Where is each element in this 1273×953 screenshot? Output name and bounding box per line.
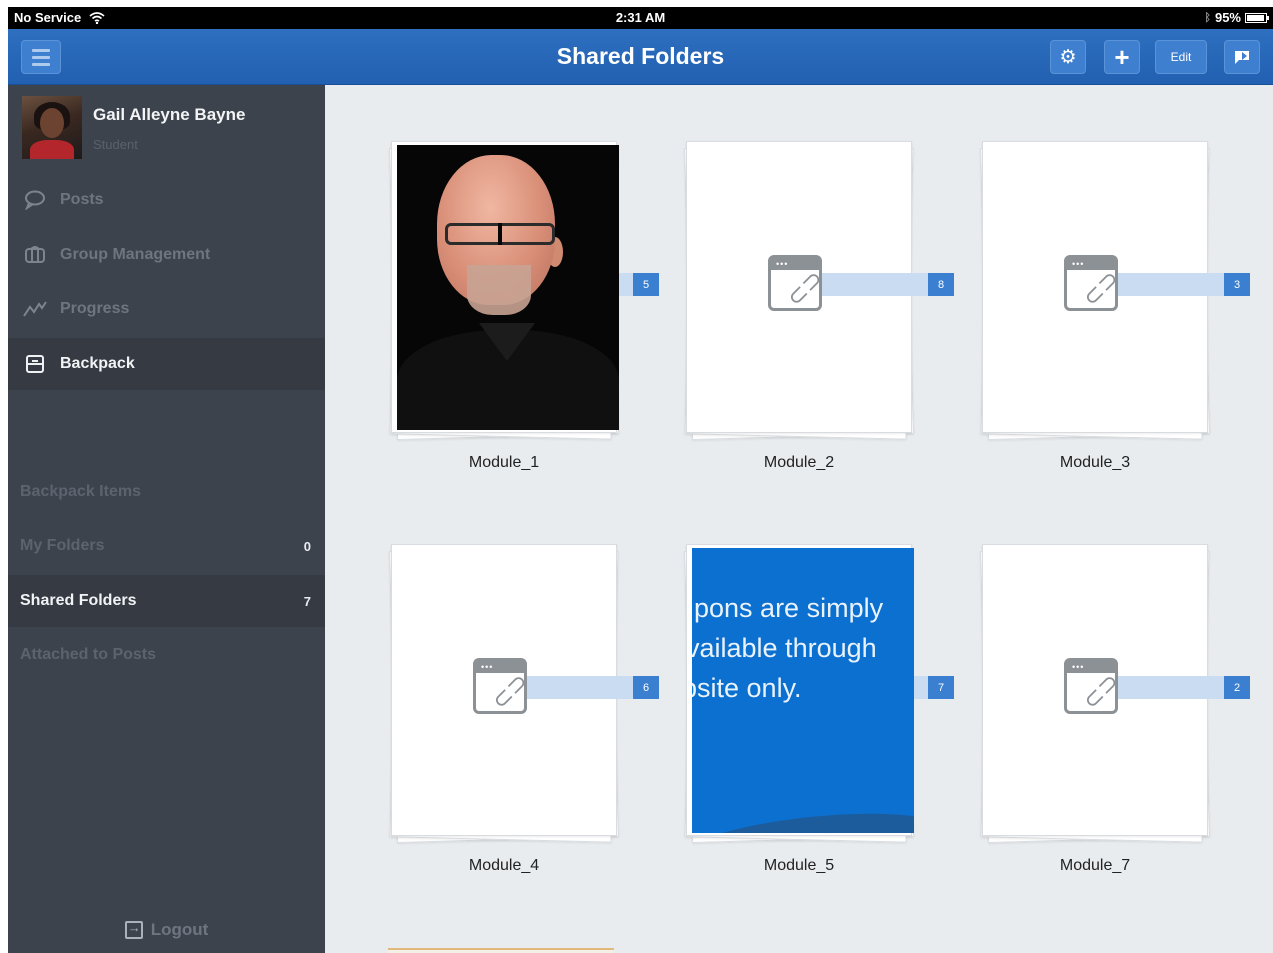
folder-name: Module_1	[468, 454, 540, 471]
folder-module-4[interactable]: 6 ••• ⊂⊃ Module_4	[379, 540, 659, 890]
logout-icon	[124, 920, 143, 939]
speech-bubble-icon	[22, 190, 48, 210]
plus-icon: +	[1114, 42, 1130, 72]
link-icon: ••• ⊂⊃	[1064, 255, 1125, 312]
folder-count-badge: 6	[633, 676, 659, 699]
link-icon: ••• ⊂⊃	[1064, 658, 1125, 715]
status-bar: No Service 2:31 AM ᛒ 95%	[8, 7, 1273, 29]
folder-module-2[interactable]: 8 ••• ⊂⊃ Module_2	[674, 137, 954, 487]
sidebar-item-label: Backpack	[60, 355, 135, 372]
chart-line-icon	[22, 300, 48, 318]
folder-name: Module_5	[763, 857, 835, 874]
folder-name: Module_4	[468, 857, 540, 874]
folder-grid: 5 Module_1 8 ••• ⊂⊃ Module_2 3 ••• ⊂⊃ Mo…	[325, 85, 1273, 953]
app-frame: No Service 2:31 AM ᛒ 95% Shared Folders …	[8, 7, 1273, 953]
folder-count-badge: 7	[928, 676, 954, 699]
share-button[interactable]	[1224, 40, 1260, 74]
folder-count-badge: 5	[633, 273, 659, 296]
avatar	[22, 96, 82, 159]
add-button[interactable]: +	[1104, 40, 1140, 74]
folder-name: Module_2	[763, 454, 835, 471]
share-icon	[1235, 51, 1249, 64]
folder-name: Module_3	[1059, 454, 1131, 471]
link-icon: ••• ⊂⊃	[768, 255, 829, 312]
clock: 2:31 AM	[615, 10, 666, 25]
sidebar-item-my-folders[interactable]: My Folders 0	[8, 520, 325, 572]
folder-count-badge: 8	[928, 273, 954, 296]
battery-percent: 95%	[1214, 10, 1241, 25]
sidebar-item-shared-folders[interactable]: Shared Folders 7	[8, 575, 325, 627]
sidebar-item-progress[interactable]: Progress	[8, 283, 325, 335]
next-folder-partial[interactable]	[388, 948, 614, 953]
sidebar-item-group-management[interactable]: Group Management	[8, 229, 325, 281]
logout-label: Logout	[150, 920, 209, 939]
battery-icon	[1245, 12, 1269, 23]
backpack-icon	[22, 354, 48, 374]
cover-text-line: pons are simply	[694, 593, 884, 623]
folder-module-1[interactable]: 5 Module_1	[379, 137, 659, 487]
user-profile[interactable]: Gail Alleyne Bayne Student	[8, 85, 325, 170]
folder-count-badge: 2	[1224, 676, 1250, 699]
navigation-bar: Shared Folders ⚙ + Edit	[8, 29, 1273, 85]
sidebar-item-label: My Folders	[20, 537, 105, 554]
sidebar-item-label: Group Management	[60, 246, 211, 263]
edit-button[interactable]: Edit	[1155, 40, 1207, 74]
group-icon	[22, 245, 48, 265]
section-title: Backpack Items	[20, 483, 141, 500]
gear-icon: ⚙	[1059, 46, 1077, 68]
folder-cover-text: pons are simply vailable through bsite o…	[692, 548, 914, 833]
link-icon: ••• ⊂⊃	[473, 658, 534, 715]
folder-cover-photo	[397, 145, 619, 430]
cover-text-line: vailable through	[692, 633, 877, 663]
bluetooth-icon: ᛒ	[1204, 11, 1211, 24]
logout-button[interactable]: Logout	[8, 920, 325, 940]
sidebar-item-label: Posts	[60, 191, 104, 208]
sidebar-item-posts[interactable]: Posts	[8, 174, 325, 226]
folder-count-badge: 3	[1224, 273, 1250, 296]
user-name: Gail Alleyne Bayne	[93, 105, 246, 124]
settings-button[interactable]: ⚙	[1050, 40, 1086, 74]
item-count: 7	[303, 593, 311, 609]
sidebar-item-label: Attached to Posts	[20, 646, 157, 663]
sidebar: Gail Alleyne Bayne Student Posts Group M…	[8, 85, 325, 953]
item-count: 0	[303, 538, 311, 554]
sidebar-item-backpack[interactable]: Backpack	[8, 338, 325, 390]
folder-module-7[interactable]: 2 ••• ⊂⊃ Module_7	[970, 540, 1250, 890]
sidebar-item-attached-to-posts[interactable]: Attached to Posts	[8, 629, 325, 681]
sidebar-item-label: Shared Folders	[20, 592, 137, 609]
folder-module-3[interactable]: 3 ••• ⊂⊃ Module_3	[970, 137, 1250, 487]
sidebar-item-label: Progress	[60, 300, 130, 317]
cover-text-line: bsite only.	[692, 673, 802, 703]
folder-name: Module_7	[1059, 857, 1131, 874]
user-role: Student	[93, 137, 138, 152]
folder-module-5[interactable]: 7 pons are simply vailable through bsite…	[674, 540, 954, 890]
